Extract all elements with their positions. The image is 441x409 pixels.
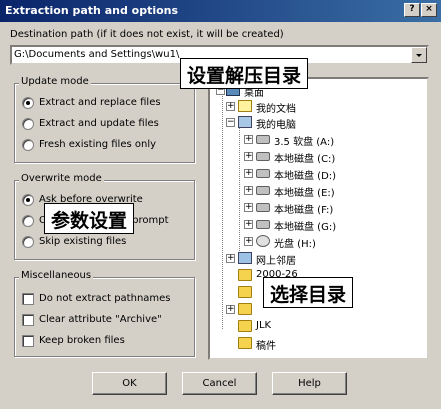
radio-fresh-existing[interactable] xyxy=(22,139,34,151)
floppy-drive-icon xyxy=(256,135,270,144)
expand-icon[interactable]: + xyxy=(244,169,253,178)
folder-icon xyxy=(238,320,252,332)
radio-skip-existing[interactable] xyxy=(22,236,34,248)
help-button[interactable]: Help xyxy=(272,372,347,395)
ok-button[interactable]: OK xyxy=(92,372,167,395)
disk-drive-icon xyxy=(256,169,270,178)
annotation-set-extract-dir: 设置解压目录 xyxy=(180,58,309,89)
title-bar: Extraction path and options xyxy=(0,0,441,22)
folder-icon xyxy=(238,286,252,298)
checkbox-clear-archive-label[interactable]: Clear attribute "Archive" xyxy=(39,314,162,325)
checkbox-no-pathnames[interactable] xyxy=(22,293,34,305)
overwrite-mode-legend: Overwrite mode xyxy=(19,173,104,184)
help-title-button[interactable]: ? xyxy=(404,3,420,17)
folder-tree[interactable]: − 桌面 + 我的文档 − 我的电脑 + 3.5 软盘 (A:) + 本地磁盘 … xyxy=(208,77,429,360)
expand-icon[interactable]: + xyxy=(244,220,253,229)
window-title: Extraction path and options xyxy=(5,4,179,17)
folder-icon xyxy=(238,303,252,315)
annotation-select-dir: 选择目录 xyxy=(263,277,354,308)
disk-drive-icon xyxy=(256,152,270,161)
checkbox-keep-broken-label[interactable]: Keep broken files xyxy=(39,335,125,346)
miscellaneous-legend: Miscellaneous xyxy=(19,270,94,281)
expand-icon[interactable]: + xyxy=(244,135,253,144)
my-documents-icon xyxy=(238,100,252,112)
radio-fresh-existing-label[interactable]: Fresh existing files only xyxy=(39,139,156,150)
annotation-parameter-settings: 参数设置 xyxy=(44,203,135,234)
folder-icon xyxy=(238,337,252,349)
cd-drive-icon xyxy=(256,235,270,247)
radio-ask-overwrite[interactable] xyxy=(22,194,34,206)
close-title-button[interactable]: × xyxy=(421,3,437,17)
expand-icon[interactable]: + xyxy=(244,152,253,161)
radio-extract-update-label[interactable]: Extract and update files xyxy=(39,118,159,129)
network-icon xyxy=(238,252,252,264)
my-computer-icon xyxy=(238,116,252,128)
expand-icon[interactable]: + xyxy=(226,102,235,111)
update-mode-legend: Update mode xyxy=(19,76,91,87)
radio-extract-update[interactable] xyxy=(22,118,34,130)
radio-extract-replace[interactable] xyxy=(22,97,34,109)
chevron-down-icon[interactable] xyxy=(411,47,427,63)
expand-icon[interactable]: + xyxy=(226,254,235,263)
folder-icon xyxy=(238,269,252,281)
collapse-icon[interactable]: − xyxy=(226,118,235,127)
checkbox-no-pathnames-label[interactable]: Do not extract pathnames xyxy=(39,293,171,304)
disk-drive-icon xyxy=(256,220,270,229)
expand-icon[interactable]: + xyxy=(244,237,253,246)
expand-icon[interactable]: + xyxy=(226,305,235,314)
checkbox-clear-archive[interactable] xyxy=(22,314,34,326)
radio-overwrite-no-prompt[interactable] xyxy=(22,215,34,227)
disk-drive-icon xyxy=(256,186,270,195)
cancel-button[interactable]: Cancel xyxy=(182,372,257,395)
disk-drive-icon xyxy=(256,203,270,212)
checkbox-keep-broken[interactable] xyxy=(22,335,34,347)
radio-extract-replace-label[interactable]: Extract and replace files xyxy=(39,97,161,108)
destination-path-value: G:\Documents and Settings\wu1\ xyxy=(14,49,180,60)
destination-path-label: Destination path (if it does not exist, … xyxy=(10,29,284,40)
expand-icon[interactable]: + xyxy=(244,203,253,212)
radio-skip-existing-label[interactable]: Skip existing files xyxy=(39,236,126,247)
expand-icon[interactable]: + xyxy=(244,186,253,195)
